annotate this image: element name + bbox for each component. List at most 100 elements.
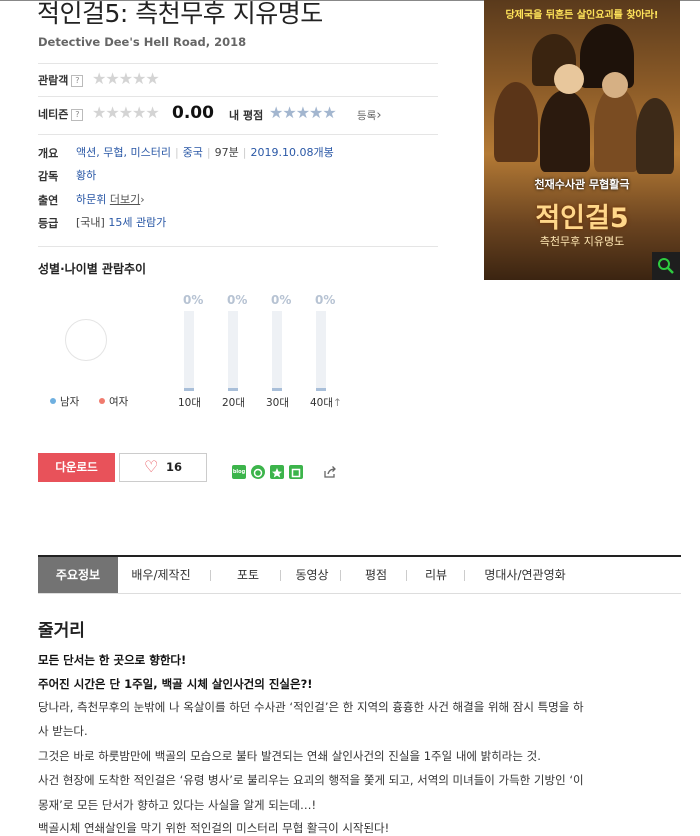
arrow-up-icon: ↑ (333, 397, 342, 409)
grade-country: [국내] (76, 216, 105, 229)
tab-cast-crew[interactable]: 배우/제작진 (121, 557, 201, 593)
help-icon[interactable]: ? (71, 109, 84, 121)
tab-review[interactable]: 리뷰 (408, 557, 464, 593)
register-rating-link[interactable]: 등록› (357, 108, 382, 123)
male-dot (50, 398, 56, 404)
tab-separator (464, 570, 465, 581)
tab-main-info[interactable]: 주요정보 (38, 557, 118, 593)
like-count: 16 (166, 460, 183, 474)
tab-separator (406, 570, 407, 581)
age-label: 20대 (222, 397, 246, 409)
poster-face (554, 64, 584, 94)
genres-link[interactable]: 액션, 무협, 미스터리 (76, 146, 171, 159)
tab-rating[interactable]: 평점 (348, 557, 404, 593)
poster-mid-text: 천재수사관 무협활극 (534, 178, 630, 191)
age-bar-track (184, 311, 194, 391)
age-label: 10대 (178, 397, 202, 409)
poster-face (602, 72, 628, 98)
plot-paragraph-3a: 사건 현장에 도착한 적인걸은 ‘유령 병사’로 불리우는 요괴의 행적을 쫓게… (38, 773, 584, 787)
download-button[interactable]: 다운로드 (38, 453, 115, 482)
audience-trend-heading: 성별·나이별 관람추이 (38, 262, 147, 276)
cast-more-link[interactable]: 더보기 (110, 193, 140, 206)
audience-stars: ★★★★★ (92, 69, 160, 88)
poster-big-title: 적인걸5 (535, 203, 629, 234)
netizen-score: 0.00 (172, 103, 214, 123)
age-label: 30대 (266, 397, 290, 409)
director-link[interactable]: 황하 (76, 167, 96, 183)
star-icon (272, 468, 282, 478)
audience-rating-label: 관람객? (38, 72, 84, 88)
netizen-stars: ★★★★★ (92, 103, 160, 122)
cast-label: 출연 (38, 194, 59, 207)
female-dot (99, 398, 105, 404)
my-rating-stars[interactable]: ★★★★★ (269, 104, 337, 122)
grade-label: 등급 (38, 217, 59, 230)
chevron-right-icon: › (376, 108, 382, 123)
plot-heading: 줄거리 (38, 621, 85, 641)
plot-lead-2: 주어진 시간은 단 1주일, 백골 시체 살인사건의 진실은?! (38, 677, 313, 691)
blog-share-icon[interactable]: blog (232, 465, 246, 479)
like-button[interactable]: ♡ 16 (119, 453, 207, 482)
age-label: 40대↑ (310, 397, 342, 409)
cast-values: 하문휘 더보기› (76, 191, 145, 207)
age-bar-track (272, 311, 282, 391)
poster-figure (594, 86, 638, 172)
divider (38, 246, 438, 247)
age-bar (184, 388, 194, 391)
poster-sub-title: 측천무후 지유명도 (539, 235, 625, 248)
refresh-icon (253, 468, 263, 478)
divider (38, 134, 438, 135)
age-bar (316, 388, 326, 391)
poster-figure (494, 82, 538, 162)
plot-paragraph-2: 그것은 바로 하룻밤만에 백골의 모습으로 불타 발견되는 연쇄 살인사건의 진… (38, 749, 541, 763)
gender-donut-chart (65, 319, 107, 361)
release-date-link[interactable]: 2019.10.08개봉 (250, 146, 333, 159)
age-bar (272, 388, 282, 391)
cafe-share-icon[interactable] (289, 465, 303, 479)
movie-poster[interactable]: 당제국을 뒤흔든 살인요괴를 찾아라! 천재수사관 무협활극 적인걸5 측천무후… (484, 0, 680, 280)
age-pct-label: 0% (183, 293, 204, 307)
heart-icon: ♡ (144, 457, 159, 476)
director-label: 감독 (38, 170, 59, 183)
help-icon[interactable]: ? (71, 75, 84, 87)
tab-separator (210, 570, 211, 581)
age-pct-label: 0% (271, 293, 292, 307)
share-button[interactable] (322, 464, 338, 484)
overview-label: 개요 (38, 147, 59, 160)
age-bar-track (228, 311, 238, 391)
tab-photo[interactable]: 포토 (220, 557, 276, 593)
grade-link[interactable]: 15세 관람가 (108, 216, 166, 229)
age-bar (228, 388, 238, 391)
talk-share-icon[interactable] (251, 465, 265, 479)
divider (38, 96, 438, 97)
runtime: 97분 (214, 146, 239, 159)
grade-values: [국내] 15세 관람가 (76, 214, 166, 230)
square-icon (291, 468, 301, 478)
bookmark-share-icon[interactable] (270, 465, 284, 479)
tab-video[interactable]: 동영상 (284, 557, 340, 593)
age-pct-label: 0% (227, 293, 248, 307)
chevron-right-icon: › (140, 193, 145, 206)
divider (38, 63, 438, 64)
netizen-rating-label: 네티즌? (38, 106, 84, 122)
movie-subtitle: Detective Dee's Hell Road, 2018 (38, 35, 247, 49)
poster-tagline: 당제국을 뒤흔든 살인요괴를 찾아라! (505, 10, 659, 21)
poster-figure (540, 90, 590, 172)
plot-lead-1: 모든 단서는 한 곳으로 향한다! (38, 653, 187, 667)
plot-paragraph-1a: 당나라, 측천무후의 눈밖에 나 옥살이를 하던 수사관 ‘적인걸’은 한 지역… (38, 700, 584, 714)
legend-female: 여자 (99, 394, 128, 409)
plot-paragraph-4: 백골시체 연쇄살인을 막기 위한 적인걸의 미스터리 무협 활극이 시작된다! (38, 821, 390, 835)
plot-paragraph-1b: 사 받는다. (38, 724, 88, 738)
tab-bar: 주요정보 배우/제작진 포토 동영상 평점 리뷰 명대사/연관영화 (38, 555, 681, 594)
share-icon (324, 466, 336, 478)
my-rating-label: 내 평점 (229, 109, 264, 122)
tab-separator (280, 570, 281, 581)
zoom-button[interactable] (652, 252, 680, 280)
country-link[interactable]: 중국 (183, 146, 203, 159)
age-pct-label: 0% (315, 293, 336, 307)
overview-values: 액션, 무협, 미스터리 | 중국 | 97분 | 2019.10.08개봉 (76, 146, 334, 159)
tab-quotes-related[interactable]: 명대사/연관영화 (470, 557, 580, 593)
plot-paragraph-3b: 몽재’로 모든 단서가 향하고 있다는 사실을 알게 되는데…! (38, 798, 317, 812)
legend-male: 남자 (50, 394, 79, 409)
cast-link[interactable]: 하문휘 (76, 193, 106, 206)
